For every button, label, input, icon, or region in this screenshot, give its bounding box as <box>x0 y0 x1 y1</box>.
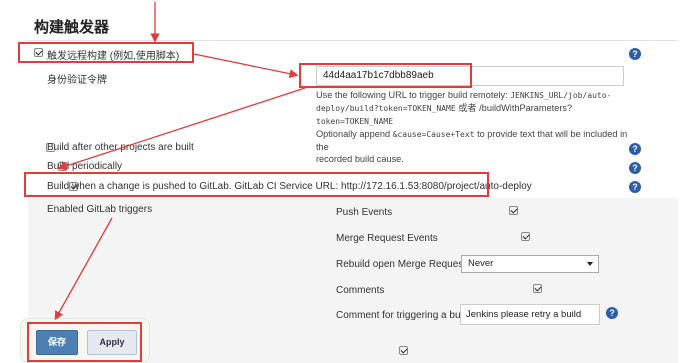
rebuild-open-mr-label: Rebuild open Merge Requests <box>336 259 472 270</box>
rebuild-open-mr-value: Never <box>468 258 494 269</box>
question-circle-icon[interactable]: ? <box>629 162 641 174</box>
trigger-remote-checkbox[interactable] <box>34 48 43 57</box>
comment-trigger-input[interactable]: Jenkins please retry a build <box>460 304 600 325</box>
question-circle-icon[interactable]: ? <box>629 143 641 155</box>
apply-button[interactable]: Apply <box>87 330 137 355</box>
auth-token-label: 身份验证令牌 <box>47 75 107 86</box>
section-divider <box>28 40 678 41</box>
comments-checkbox[interactable] <box>532 284 542 293</box>
push-events-label: Push Events <box>336 207 393 218</box>
question-circle-icon[interactable]: ? <box>629 48 641 60</box>
auth-token-help-text: Use the following URL to trigger build r… <box>316 90 628 164</box>
merge-request-events-label: Merge Request Events <box>336 233 438 244</box>
gitlab-triggers-heading: Enabled GitLab triggers <box>47 204 153 215</box>
push-events-checkbox[interactable] <box>509 206 519 215</box>
comments-label: Comments <box>336 285 385 296</box>
extra-option-checkbox[interactable] <box>399 346 409 355</box>
comment-trigger-label: Comment for triggering a build <box>336 310 471 321</box>
merge-request-events-checkbox[interactable] <box>520 232 530 241</box>
build-after-other-label: Build after other projects are built <box>47 142 194 153</box>
build-periodically-label: Build periodically <box>47 161 123 172</box>
trigger-remote-label: 触发远程构建 (例如,使用脚本) <box>47 51 180 62</box>
question-circle-icon[interactable]: ? <box>629 181 641 193</box>
save-button[interactable]: 保存 <box>36 330 78 355</box>
section-title: 构建触发器 <box>34 19 110 36</box>
arrow-to-gitlab-push <box>57 87 306 171</box>
gitlab-push-label: Build when a change is pushed to GitLab.… <box>47 181 532 192</box>
rebuild-open-mr-select[interactable]: Never <box>461 255 599 273</box>
question-circle-icon[interactable]: ? <box>606 307 618 319</box>
arrow-to-token <box>193 53 299 79</box>
chevron-down-icon <box>587 262 593 266</box>
auth-token-input[interactable]: 44d4aa17b1c7dbb89aeb <box>316 66 624 86</box>
